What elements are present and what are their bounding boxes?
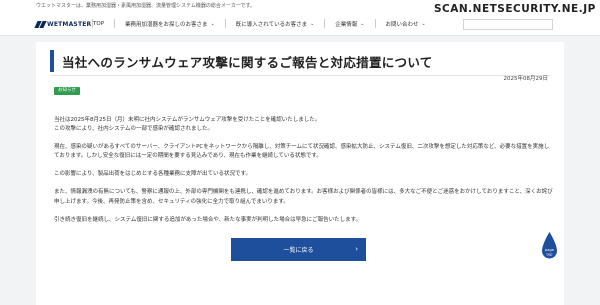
chevron-down-icon: ⌄ [310,20,315,27]
article-paragraph: この影響により、製品出荷をはじめとする各種業務に支障が出ている状況です。 [54,170,554,179]
chevron-down-icon: ⌄ [421,20,426,27]
logo-text: WETMASTER [47,21,92,28]
chevron-down-icon: ⌄ [360,20,365,27]
publish-date: 2025年08月29日 [503,76,549,82]
back-button-label: 一覧に戻る [283,247,314,254]
page-top-button[interactable]: page top [541,231,558,261]
nav-label: 既に導入されているお客さま [235,21,308,28]
paragraph-line: 引き続き復旧を継続し、システム復旧に関する追加があった場合や、新たな事実が判明し… [54,216,362,223]
search-input[interactable] [463,19,553,30]
nav-item-company-info[interactable]: 企業情報 ⌄ [324,19,374,28]
paragraph-line: また、情報漏洩の有無についても、警察に通報の上、外部の専門機関をも連携し、確認を… [54,189,553,205]
title-divider [50,75,550,76]
article-paragraph: 現在、感染の疑いがあるすべてのサーバー、クライアントPCをネットワークから隔離し… [54,143,554,161]
article-paragraph: また、情報漏洩の有無についても、警察に通報の上、外部の専門機関をも連携し、確認を… [54,188,554,206]
nav-item-existing-customers[interactable]: 既に導入されているお客さま ⌄ [224,19,325,28]
nav-item-contact[interactable]: お問い合わせ ⌄ [374,19,436,28]
site-watermark: SCAN.NETSECURITY.NE.JP [434,3,596,15]
chevron-right-icon: › [355,245,358,253]
nav-label: 業務用加湿器をお探しのお客さま [125,21,208,28]
article-paragraph: 引き続き復旧を継続し、システム復旧に関する追加があった場合や、新たな事実が判明し… [54,216,554,225]
nav-item-find-humidifier[interactable]: 業務用加湿器をお探しのお客さま ⌄ [114,19,225,28]
nav-label: 企業情報 [335,21,358,28]
paragraph-line: 現在、感染の疑いがあるすべてのサーバー、クライアントPCをネットワークから隔離し… [54,144,550,160]
page-top-label: top [547,253,554,257]
page-top-label: page [545,248,555,252]
paragraph-line: この影響により、製品出荷をはじめとする各種業務に支障が出ている状況です。 [54,171,251,178]
page-title: 当社へのランサムウェア攻撃に関するご報告と対応措置について [62,55,433,70]
nav-item-top[interactable]: TOP [92,19,114,28]
article-panel: 当社へのランサムウェア攻撃に関するご報告と対応措置について 2025年08月29… [36,42,564,305]
paragraph-line: 当社は2025年8月25日（月）未明に社内システムがランサムウェア攻撃を受けたこ… [54,117,321,123]
category-badge: お知らせ [54,87,80,95]
header-navigation: WETMASTER TOP 業務用加湿器をお探しのお客さま ⌄ 既に導入されている… [0,12,600,36]
nav-label: お問い合わせ [385,21,419,28]
main-nav: TOP 業務用加湿器をお探しのお客さま ⌄ 既に導入されているお客さま ⌄ 企業情報… [92,18,436,29]
water-drop-icon: page top [542,232,557,259]
chevron-down-icon: ⌄ [210,20,215,27]
article-paragraph: 当社は2025年8月25日（月）未明に社内システムがランサムウェア攻撃を受けたこ… [54,116,554,134]
company-tagline: ウエットマスターは、業務用加湿器・素風用加湿器、流量管理システム機器の総合メーカ… [36,3,256,9]
title-accent-bar [50,50,54,72]
wetmaster-logo[interactable]: WETMASTER [34,20,92,29]
nav-label: TOP [93,20,105,27]
paragraph-line: この攻撃により、社内システムの一部で感染が確認されました。 [54,126,214,133]
back-to-list-button[interactable]: 一覧に戻る › [231,238,366,261]
logo-mark-icon [34,21,47,28]
article-body: 当社は2025年8月25日（月）未明に社内システムがランサムウェア攻撃を受けたこ… [54,116,554,234]
